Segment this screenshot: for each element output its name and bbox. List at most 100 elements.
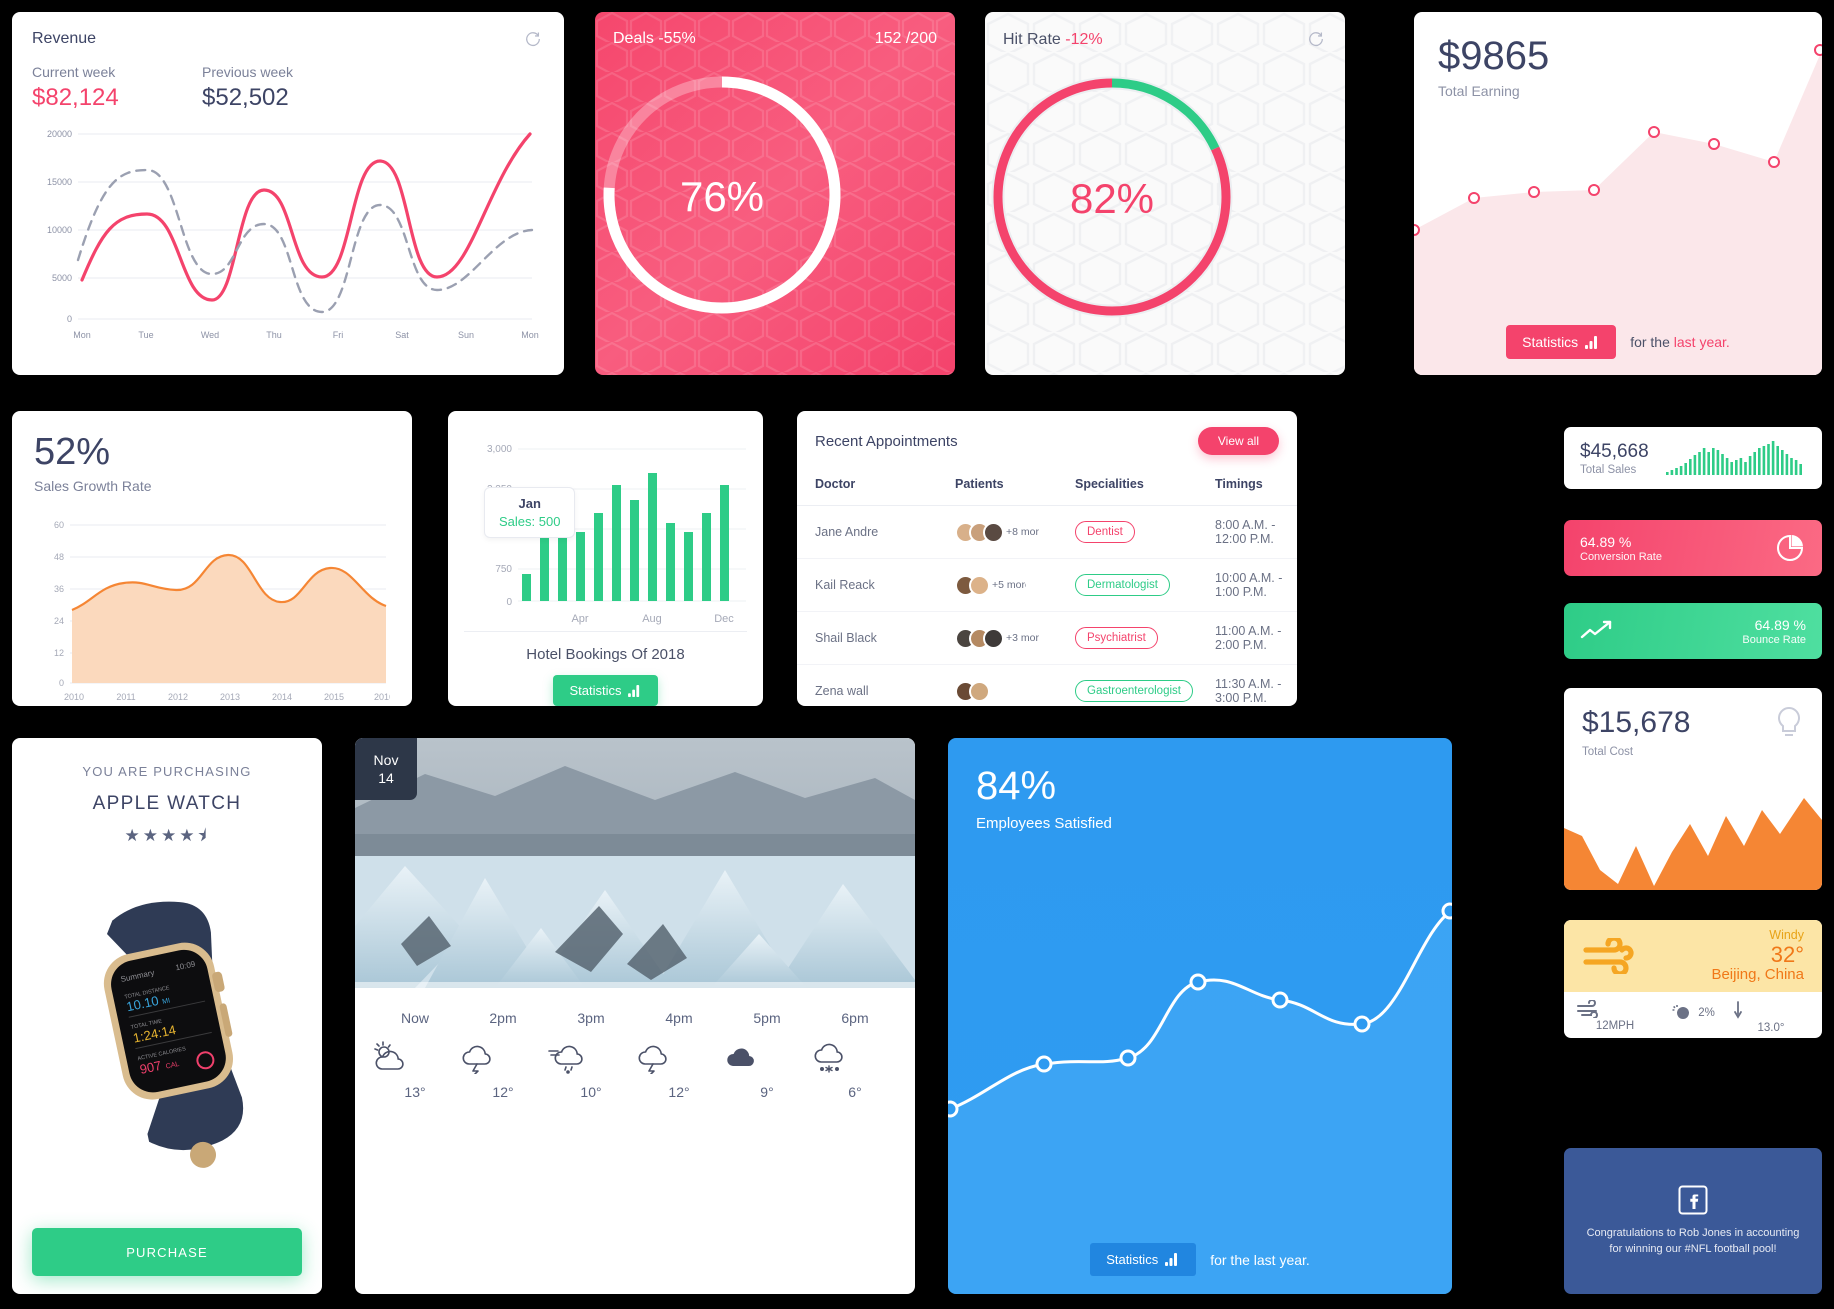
speciality-cell: Dermatologist [1057,558,1197,612]
star-icon: ★ [142,826,161,845]
table-row[interactable]: Zena wall Gastroenterologist 11:30 A.M. … [797,664,1297,706]
sales-growth-label: Sales Growth Rate [34,478,152,494]
forecast-temp: 9° [760,1084,774,1100]
column-timings: Timings [1197,463,1297,506]
doctor-name: Zena wall [797,664,937,706]
wind-small-icon [1576,1000,1654,1018]
previous-week-stat: Previous week $52,502 [202,64,372,112]
svg-text:2014: 2014 [272,692,292,702]
purchase-button[interactable]: PURCHASE [32,1228,302,1276]
facebook-card[interactable]: Congratulations to Rob Jones in accounti… [1564,1148,1822,1294]
table-row[interactable]: Kail Reack +5 more Dermatologist 10:00 A… [797,558,1297,612]
hit-rate-title-group: Hit Rate -12% [1003,31,1103,49]
speciality-cell: Gastroenterologist [1057,664,1197,706]
statistics-button[interactable]: Statistics [1506,325,1617,359]
bounce-rate-card: 64.89 % Bounce Rate [1564,603,1822,659]
statistics-button-label: Statistics [1522,334,1579,350]
weather-temperature: 32° [1770,941,1804,967]
forecast-temp: 12° [492,1084,514,1100]
svg-text:10000: 10000 [47,225,72,235]
refresh-icon[interactable] [1307,30,1327,50]
avatar-group: +8 mor [955,521,1057,543]
chart-tooltip: Jan Sales: 500 [484,487,576,538]
total-cost-header: $15,678 Total Cost [1564,688,1822,758]
table-header-row: Doctor Patients Specialities Timings [797,463,1297,506]
hit-rate-card: Hit Rate -12% 82% [985,12,1345,375]
forecast-temp: 6° [848,1084,862,1100]
forecast-time: Now [400,1010,429,1026]
svg-text:15000: 15000 [47,177,72,187]
total-earning-header: $9865 Total Earning [1438,34,1549,99]
total-sales-card: $45,668 Total Sales [1564,427,1822,489]
svg-text:Fri: Fri [333,330,344,340]
bounce-rate-label: Bounce Rate [1742,633,1806,646]
conversion-rate-label: Conversion Rate [1580,550,1662,563]
hourly-forecast: Now 13° 2pm 12° 3pm 10° 4pm 12° 5pm 9° 6… [355,988,915,1100]
svg-text:2012: 2012 [168,692,188,702]
table-row[interactable]: Jane Andre +8 mor Dentist 8:00 A.M. - 12… [797,505,1297,559]
storm-icon [459,1040,547,1074]
product-name: APPLE WATCH [92,793,242,814]
total-cost-text: $15,678 Total Cost [1582,706,1690,758]
sales-growth-card: 52% Sales Growth Rate 60 48 36 24 12 0 2… [12,411,412,706]
star-icon: ★ [179,826,198,845]
view-all-button[interactable]: View all [1197,427,1279,455]
patients-cell: +5 more [937,558,1057,612]
current-week-label: Current week [32,64,116,80]
appointments-title: Recent Appointments [815,432,958,450]
svg-text:82%: 82% [1070,175,1154,222]
statistics-button[interactable]: Statistics [1090,1243,1197,1276]
column-specialities: Specialities [1057,463,1197,506]
forecast-item: 4pm 12° [635,1010,723,1100]
statistics-button-label: Statistics [1106,1252,1159,1267]
recent-appointments-card: Recent Appointments View all Doctor Pati… [797,411,1297,706]
star-icon: ★ [160,826,180,845]
bounce-text: 64.89 % Bounce Rate [1742,617,1806,646]
svg-text:Dec: Dec [714,613,734,625]
speciality-cell: Dentist [1057,505,1197,559]
svg-text:Wed: Wed [201,330,219,340]
refresh-icon[interactable] [524,30,544,50]
svg-text:Mon: Mon [521,330,539,340]
previous-week-label: Previous week [202,64,294,80]
deals-header: Deals -55% 152 /200 [613,30,937,48]
svg-text:48: 48 [54,552,64,562]
conversion-rate-card: 64.89 % Conversion Rate [1564,520,1822,576]
avatar [969,680,990,702]
weather-city: Beijing, China [1711,965,1804,983]
hit-rate-title: Hit Rate [1003,31,1061,48]
hotel-bookings-chart: 3,000 2,250 1,500 750 0 [448,411,763,625]
svg-text:Sun: Sun [458,330,474,340]
statistics-button[interactable]: Statistics [553,675,658,706]
table-row[interactable]: Shail Black +3 mor Psychiatrist 11:00 A.… [797,611,1297,665]
timing: 11:30 A.M. - 3:00 P.M. [1197,664,1297,706]
employees-percent: 84% [976,764,1057,808]
total-earning-label: Total Earning [1438,83,1520,99]
revenue-header: Revenue [32,30,544,50]
svg-text:3,000: 3,000 [487,444,512,455]
forecast-time: 3pm [577,1010,605,1026]
revenue-title: Revenue [32,30,97,47]
thermometer-icon [1732,1000,1810,1020]
svg-text:Sat: Sat [395,330,409,340]
date-month: Nov [373,751,399,768]
svg-text:36: 36 [54,584,64,594]
employees-footer: Statistics for the last year. [948,1243,1452,1276]
forecast-temp: 13° [404,1084,426,1100]
svg-text:20000: 20000 [47,129,72,139]
more-patients-count: +8 mor [1006,526,1039,538]
svg-text:2010: 2010 [64,692,84,702]
date-badge: Nov 14 [355,738,417,800]
revenue-card: Revenue Current week $82,124 Previous we… [12,12,564,375]
apple-watch-purchase-card: YOU ARE PURCHASING APPLE WATCH ★★★★⯨ Sum… [12,738,322,1294]
avatar [983,627,1004,649]
timing: 10:00 A.M. - 1:00 P.M. [1197,558,1297,612]
hotel-bookings-title: Hotel Bookings Of 2018 [526,646,685,663]
hit-rate-donut: 82% [985,70,1345,324]
total-cost-label: Total Cost [1582,746,1634,758]
appointments-table: Doctor Patients Specialities Timings Jan… [797,463,1297,706]
forecast-item: 6pm 6° [811,1010,899,1100]
bar-chart-icon [1585,335,1600,349]
revenue-chart: 20000 15000 10000 5000 0 Mon Tue Wed Thu… [32,122,544,347]
hit-rate-header: Hit Rate -12% [1003,30,1327,50]
